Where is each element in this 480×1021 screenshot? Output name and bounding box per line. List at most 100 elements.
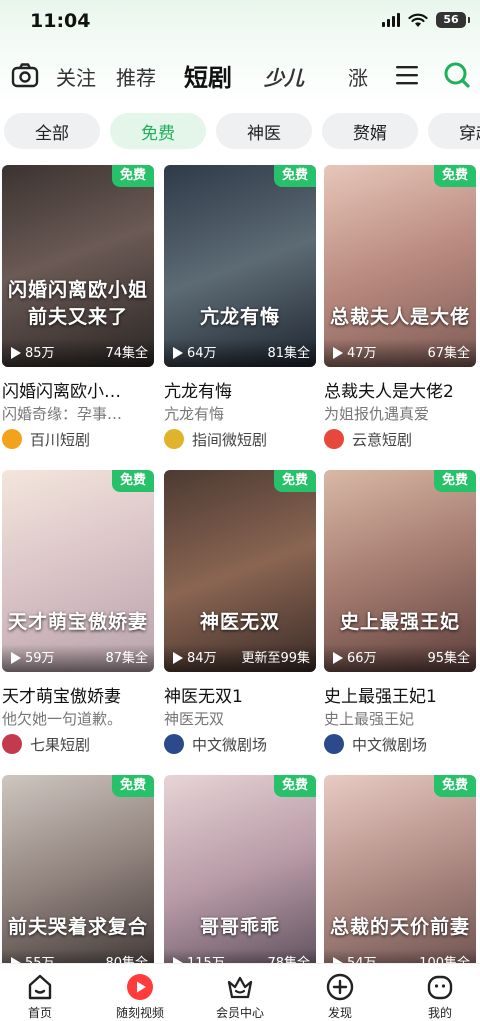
view-count: 47万 xyxy=(347,346,377,361)
poster-image xyxy=(324,165,476,367)
drama-title[interactable]: 亢龙有悔 xyxy=(164,377,324,402)
poster-title-text: 亢龙有悔 xyxy=(199,306,280,328)
filter-all[interactable]: 全部 xyxy=(4,113,100,149)
poster-image xyxy=(324,775,476,977)
poster-image xyxy=(324,470,476,672)
free-badge: 免费 xyxy=(111,775,154,797)
drama-poster[interactable]: 闪婚闪离欧小姐前夫又来了 免费 85万 74集全 xyxy=(2,165,154,367)
poster-title-text: 哥哥乖乖 xyxy=(199,916,280,938)
tab-kids[interactable]: 少儿 xyxy=(264,62,304,91)
free-badge: 免费 xyxy=(273,165,316,187)
drama-source[interactable]: 云意短剧 xyxy=(324,428,412,450)
menu-icon[interactable] xyxy=(394,62,420,88)
tab-short-drama[interactable]: 短剧 xyxy=(184,58,232,93)
filter-doctor[interactable]: 神医 xyxy=(216,113,312,149)
source-name: 指间微短剧 xyxy=(192,430,268,449)
nav-vip-label: 会员中心 xyxy=(215,1006,264,1020)
drama-source[interactable]: 中文微剧场 xyxy=(164,733,267,755)
poster-title-text: 闪婚闪离欧小姐前夫又来了 xyxy=(8,279,149,328)
drama-title[interactable]: 闪婚闪离欧小… xyxy=(2,377,162,402)
source-name: 云意短剧 xyxy=(352,430,413,449)
source-name: 百川短剧 xyxy=(30,430,91,449)
free-badge: 免费 xyxy=(433,470,476,492)
poster-title-text: 总裁的天价前妻 xyxy=(330,916,471,938)
source-name: 中文微剧场 xyxy=(192,735,268,754)
poster-image xyxy=(164,775,316,977)
drama-subtitle: 亢龙有悔 xyxy=(164,405,225,423)
video-icon xyxy=(127,974,153,1000)
cellular-signal-icon xyxy=(382,13,400,27)
drama-poster[interactable]: 亢龙有悔 免费 64万 81集全 xyxy=(164,165,316,367)
nav-home-label: 首页 xyxy=(27,1006,52,1020)
nav-profile[interactable]: 我的 xyxy=(400,972,480,1021)
drama-poster[interactable]: 前夫哭着求复合 免费 55万 80集全 xyxy=(2,775,154,977)
episode-count: 74集全 xyxy=(105,346,148,361)
poster-image xyxy=(2,165,154,367)
status-icons: 56 xyxy=(382,12,470,28)
top-nav: 关注 推荐 短剧 少儿 涨 xyxy=(0,44,480,106)
drama-source[interactable]: 百川短剧 xyxy=(2,428,90,450)
drama-subtitle: 史上最强王妃 xyxy=(324,710,415,728)
poster-footer: 47万 67集全 xyxy=(324,339,476,367)
view-count: 64万 xyxy=(187,346,217,361)
poster-footer: 59万 87集全 xyxy=(2,644,154,672)
source-logo-icon xyxy=(164,734,184,754)
drama-source[interactable]: 中文微剧场 xyxy=(324,733,427,755)
tab-more[interactable]: 涨 xyxy=(348,62,368,91)
drama-poster[interactable]: 天才萌宝傲娇妻 免费 59万 87集全 xyxy=(2,470,154,672)
nav-home[interactable]: 首页 xyxy=(0,972,80,1021)
drama-subtitle: 为姐报仇遇真爱 xyxy=(324,405,430,423)
drama-source[interactable]: 七果短剧 xyxy=(2,733,90,755)
view-count: 84万 xyxy=(187,651,217,666)
filter-son-in-law[interactable]: 赘婿 xyxy=(322,113,418,149)
nav-discover[interactable]: 发现 xyxy=(300,972,380,1021)
home-icon xyxy=(28,974,52,1000)
bottom-nav: 首页 随刻视频 会员中心 发现 我的 xyxy=(0,963,480,1021)
episode-count: 67集全 xyxy=(427,346,470,361)
battery-icon: 56 xyxy=(436,12,470,28)
poster-image xyxy=(164,470,316,672)
drama-title[interactable]: 神医无双1 xyxy=(164,682,324,707)
play-count-icon xyxy=(11,652,21,664)
episode-count: 87集全 xyxy=(105,651,148,666)
tab-recommend[interactable]: 推荐 xyxy=(116,62,156,91)
profile-icon xyxy=(427,975,453,1000)
nav-vip[interactable]: 会员中心 xyxy=(200,972,280,1021)
episode-count: 更新至99集 xyxy=(241,651,310,666)
free-badge: 免费 xyxy=(433,165,476,187)
view-count: 66万 xyxy=(347,651,377,666)
drama-title[interactable]: 史上最强王妃1 xyxy=(324,682,480,707)
free-badge: 免费 xyxy=(433,775,476,797)
drama-poster[interactable]: 史上最强王妃 免费 66万 95集全 xyxy=(324,470,476,672)
source-name: 七果短剧 xyxy=(30,735,91,754)
tab-follow[interactable]: 关注 xyxy=(56,62,96,91)
play-count-icon xyxy=(173,652,183,664)
poster-image xyxy=(2,775,154,977)
drama-poster[interactable]: 总裁夫人是大佬 免费 47万 67集全 xyxy=(324,165,476,367)
nav-video-label: 随刻视频 xyxy=(115,1006,164,1020)
filter-time-travel[interactable]: 穿越 xyxy=(428,113,480,149)
poster-title-text: 前夫哭着求复合 xyxy=(8,916,149,938)
filter-free[interactable]: 免费 xyxy=(110,113,206,149)
view-count: 59万 xyxy=(25,651,55,666)
source-logo-icon xyxy=(324,734,344,754)
poster-image xyxy=(2,470,154,672)
free-badge: 免费 xyxy=(111,470,154,492)
free-badge: 免费 xyxy=(273,470,316,492)
poster-footer: 84万 更新至99集 xyxy=(164,644,316,672)
wifi-icon xyxy=(408,13,428,27)
drama-title[interactable]: 天才萌宝傲娇妻 xyxy=(2,682,162,707)
camera-icon[interactable] xyxy=(10,60,40,90)
search-icon[interactable] xyxy=(442,60,472,90)
episode-count: 81集全 xyxy=(267,346,310,361)
nav-video[interactable]: 随刻视频 xyxy=(100,972,180,1021)
drama-poster[interactable]: 哥哥乖乖 免费 115万 78集全 xyxy=(164,775,316,977)
source-logo-icon xyxy=(2,429,22,449)
drama-poster[interactable]: 神医无双 免费 84万 更新至99集 xyxy=(164,470,316,672)
poster-title-text: 天才萌宝傲娇妻 xyxy=(8,611,149,633)
drama-title[interactable]: 总裁夫人是大佬2 xyxy=(324,377,480,402)
free-badge: 免费 xyxy=(273,775,316,797)
source-name: 中文微剧场 xyxy=(352,735,428,754)
drama-source[interactable]: 指间微短剧 xyxy=(164,428,267,450)
drama-poster[interactable]: 总裁的天价前妻 免费 54万 100集全 xyxy=(324,775,476,977)
